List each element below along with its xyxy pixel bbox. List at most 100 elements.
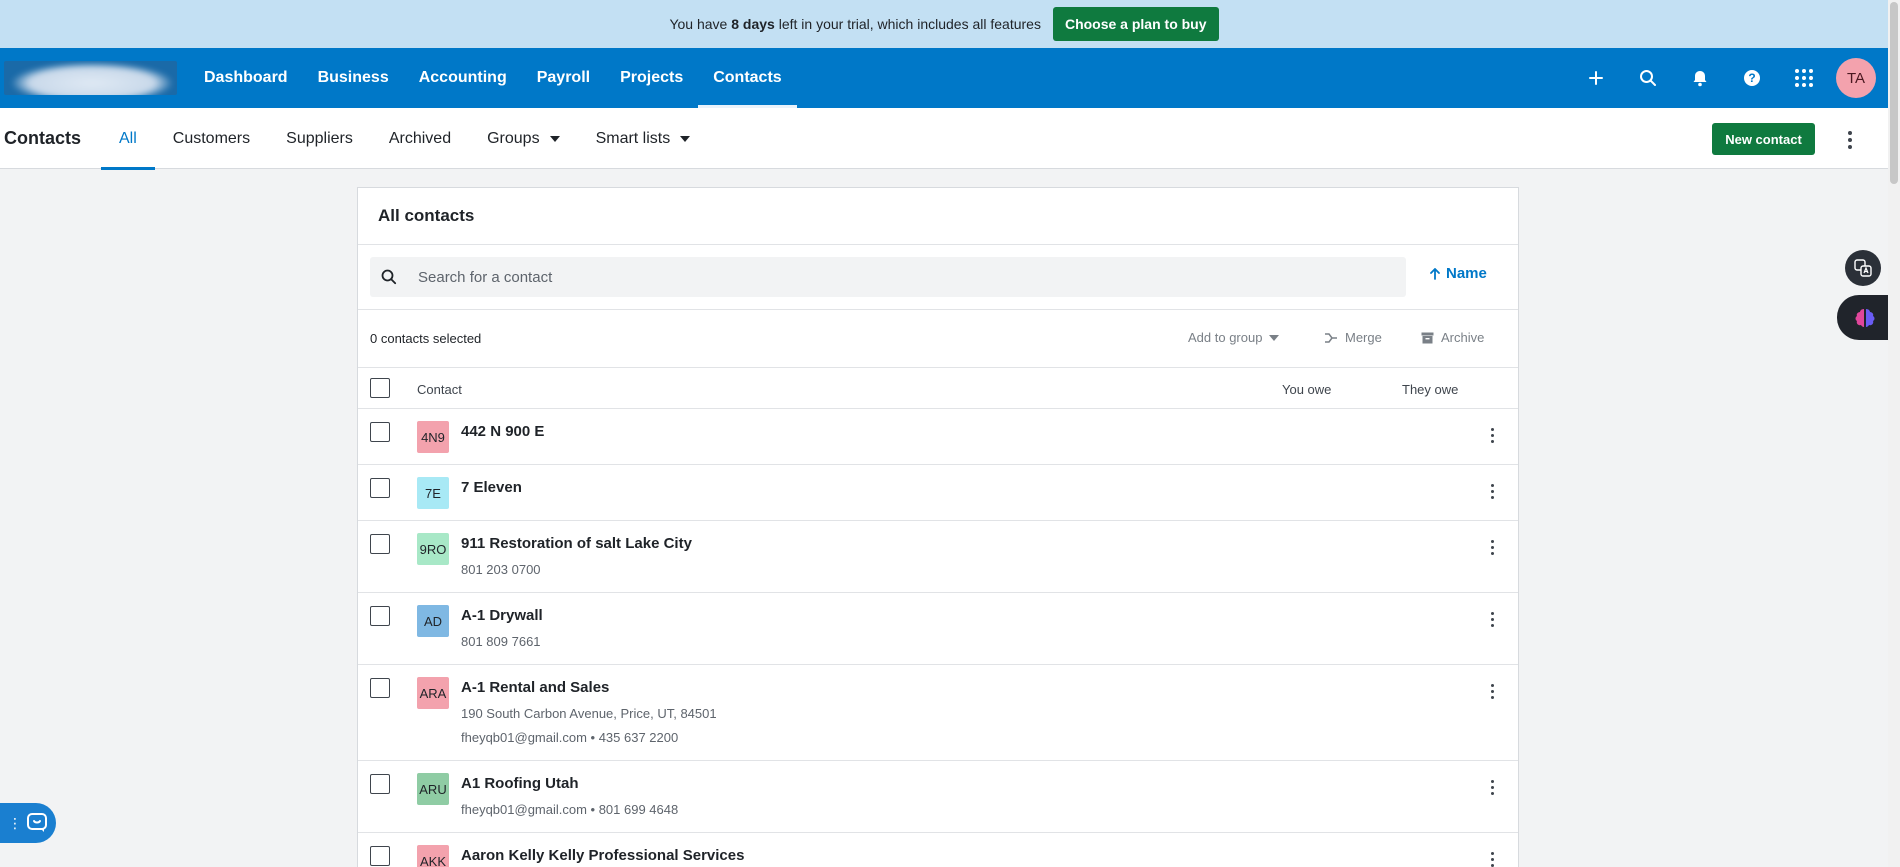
contact-name[interactable]: 442 N 900 E (461, 423, 544, 440)
row-checkbox[interactable] (370, 678, 390, 698)
tab-archived[interactable]: Archived (371, 108, 469, 169)
selected-count: 0 contacts selected (370, 331, 482, 346)
column-they-owe: They owe (1402, 382, 1459, 397)
search-icon[interactable] (1622, 48, 1674, 108)
row-checkbox[interactable] (370, 478, 390, 498)
trial-message: You have 8 days left in your trial, whic… (669, 16, 1041, 32)
table-row[interactable]: ARU A1 Roofing Utah fheyqb01@gmail.com •… (358, 761, 1518, 833)
row-more-options-icon[interactable] (1484, 425, 1500, 445)
contact-initials-badge: AKK (417, 845, 449, 867)
bulk-action-row: 0 contacts selected Add to group Merge A… (358, 310, 1518, 368)
row-more-options-icon[interactable] (1484, 777, 1500, 797)
app-grid-icon[interactable] (1778, 48, 1830, 108)
archive-icon (1421, 332, 1434, 343)
row-checkbox[interactable] (370, 606, 390, 626)
contact-initials-badge: 9RO (417, 533, 449, 565)
table-row[interactable]: AKK Aaron Kelly Kelly Professional Servi… (358, 833, 1518, 867)
help-chat-widget[interactable]: ⋮ (0, 803, 56, 843)
nav-business[interactable]: Business (303, 48, 404, 108)
table-header: Contact You owe They owe (358, 368, 1518, 409)
nav-dashboard[interactable]: Dashboard (189, 48, 303, 108)
top-nav: Dashboard Business Accounting Payroll Pr… (0, 48, 1888, 108)
row-checkbox[interactable] (370, 422, 390, 442)
row-checkbox[interactable] (370, 534, 390, 554)
contact-detail: 801 809 7661 (461, 634, 541, 649)
scrollbar-thumb[interactable] (1890, 2, 1898, 184)
contact-initials-badge: 4N9 (417, 421, 449, 453)
nav-contacts[interactable]: Contacts (698, 48, 798, 108)
organisation-logo[interactable] (4, 61, 177, 95)
arrow-up-icon (1430, 267, 1440, 280)
table-row[interactable]: 7E 7 Eleven (358, 465, 1518, 521)
page-scrollbar[interactable] (1888, 0, 1900, 867)
contact-initials-badge: ARU (417, 773, 449, 805)
contact-initials-badge: AD (417, 605, 449, 637)
table-row[interactable]: 9RO 911 Restoration of salt Lake City 80… (358, 521, 1518, 593)
add-to-group-button[interactable]: Add to group (1188, 330, 1280, 345)
help-icon[interactable]: ? (1726, 48, 1778, 108)
tab-customers[interactable]: Customers (155, 108, 268, 169)
contact-name[interactable]: 7 Eleven (461, 479, 522, 496)
search-icon (370, 269, 408, 285)
contact-name[interactable]: A1 Roofing Utah (461, 775, 579, 792)
translate-icon[interactable] (1845, 250, 1881, 286)
new-contact-button[interactable]: New contact (1712, 123, 1815, 155)
contact-address: 190 South Carbon Avenue, Price, UT, 8450… (461, 706, 717, 721)
row-checkbox[interactable] (370, 774, 390, 794)
sort-by-name-button[interactable]: Name (1430, 265, 1487, 282)
all-contacts-card: All contacts Name 0 contacts selected Ad… (357, 187, 1519, 867)
more-options-icon[interactable] (1838, 130, 1862, 150)
contact-list: 4N9 442 N 900 E 7E 7 Eleven 9RO 911 Rest… (358, 409, 1518, 867)
chevron-down-icon (680, 135, 691, 142)
row-more-options-icon[interactable] (1484, 849, 1500, 867)
merge-icon (1325, 332, 1337, 343)
card-title: All contacts (358, 188, 1518, 245)
column-contact: Contact (417, 382, 462, 397)
search-box (370, 257, 1406, 297)
main-nav-links: Dashboard Business Accounting Payroll Pr… (189, 48, 798, 108)
nav-icon-group: ? TA (1570, 48, 1888, 108)
chevron-down-icon (549, 135, 560, 142)
table-row[interactable]: AD A-1 Drywall 801 809 7661 (358, 593, 1518, 665)
tab-smart-lists[interactable]: Smart lists (578, 108, 709, 169)
select-all-checkbox[interactable] (370, 378, 390, 398)
archive-button[interactable]: Archive (1421, 330, 1484, 345)
ai-assistant-icon[interactable] (1837, 295, 1892, 340)
contact-name[interactable]: A-1 Rental and Sales (461, 679, 609, 696)
choose-plan-button[interactable]: Choose a plan to buy (1052, 7, 1219, 41)
nav-payroll[interactable]: Payroll (522, 48, 605, 108)
merge-button[interactable]: Merge (1324, 330, 1382, 345)
nav-projects[interactable]: Projects (605, 48, 698, 108)
contact-name[interactable]: A-1 Drywall (461, 607, 543, 624)
row-more-options-icon[interactable] (1484, 481, 1500, 501)
column-you-owe: You owe (1282, 382, 1332, 397)
row-checkbox[interactable] (370, 846, 390, 866)
search-input[interactable] (418, 268, 1398, 286)
nav-accounting[interactable]: Accounting (404, 48, 522, 108)
search-row: Name (358, 245, 1518, 310)
plus-icon[interactable] (1570, 48, 1622, 108)
chevron-down-icon (1269, 334, 1280, 341)
contact-email-phone: fheyqb01@gmail.com • 801 699 4648 (461, 802, 679, 817)
tab-groups[interactable]: Groups (469, 108, 577, 169)
bell-icon[interactable] (1674, 48, 1726, 108)
page-title: Contacts (4, 128, 82, 148)
user-avatar[interactable]: TA (1836, 58, 1876, 98)
contact-detail: 801 203 0700 (461, 562, 541, 577)
svg-text:?: ? (1748, 71, 1755, 85)
chat-icon (27, 813, 47, 832)
table-row[interactable]: ARA A-1 Rental and Sales 190 South Carbo… (358, 665, 1518, 761)
table-row[interactable]: 4N9 442 N 900 E (358, 409, 1518, 465)
row-more-options-icon[interactable] (1484, 537, 1500, 557)
row-more-options-icon[interactable] (1484, 681, 1500, 701)
contact-initials-badge: 7E (417, 477, 449, 509)
contacts-tabs: All Customers Suppliers Archived Groups … (101, 108, 709, 170)
drag-handle-icon[interactable]: ⋮ (8, 815, 22, 832)
contact-name[interactable]: 911 Restoration of salt Lake City (461, 535, 692, 552)
tab-suppliers[interactable]: Suppliers (268, 108, 371, 169)
contact-name[interactable]: Aaron Kelly Kelly Professional Services (461, 847, 744, 864)
trial-banner: You have 8 days left in your trial, whic… (0, 0, 1888, 48)
row-more-options-icon[interactable] (1484, 609, 1500, 629)
trial-days: 8 days (731, 16, 775, 32)
tab-all[interactable]: All (101, 108, 155, 170)
